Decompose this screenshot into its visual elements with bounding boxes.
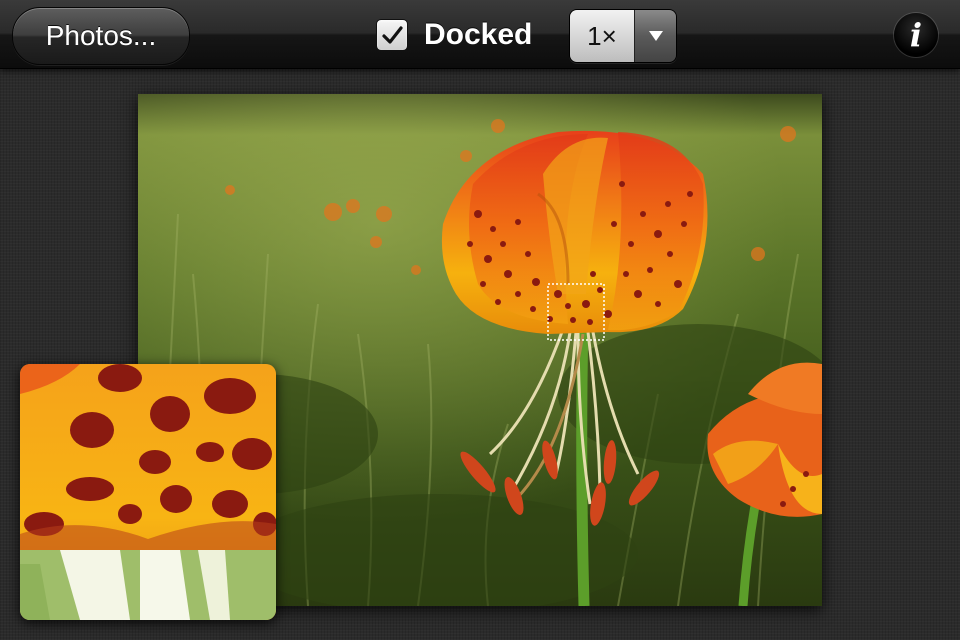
checkmark-icon xyxy=(382,26,403,44)
toolbar: Photos... Docked 1× i xyxy=(0,0,960,69)
docked-toggle[interactable]: Docked xyxy=(376,18,532,52)
docked-checkbox[interactable] xyxy=(376,19,408,51)
info-icon: i xyxy=(909,16,923,54)
info-button[interactable]: i xyxy=(894,13,938,57)
zoom-dropdown-button[interactable] xyxy=(634,10,676,62)
docked-label: Docked xyxy=(424,18,533,51)
photos-button[interactable]: Photos... xyxy=(12,7,190,65)
triangle-down-icon xyxy=(648,31,663,41)
magnified-detail xyxy=(20,364,276,620)
zoom-value: 1× xyxy=(570,10,634,62)
zoom-select[interactable]: 1× xyxy=(569,9,677,63)
magnifier-loupe[interactable] xyxy=(20,364,276,620)
